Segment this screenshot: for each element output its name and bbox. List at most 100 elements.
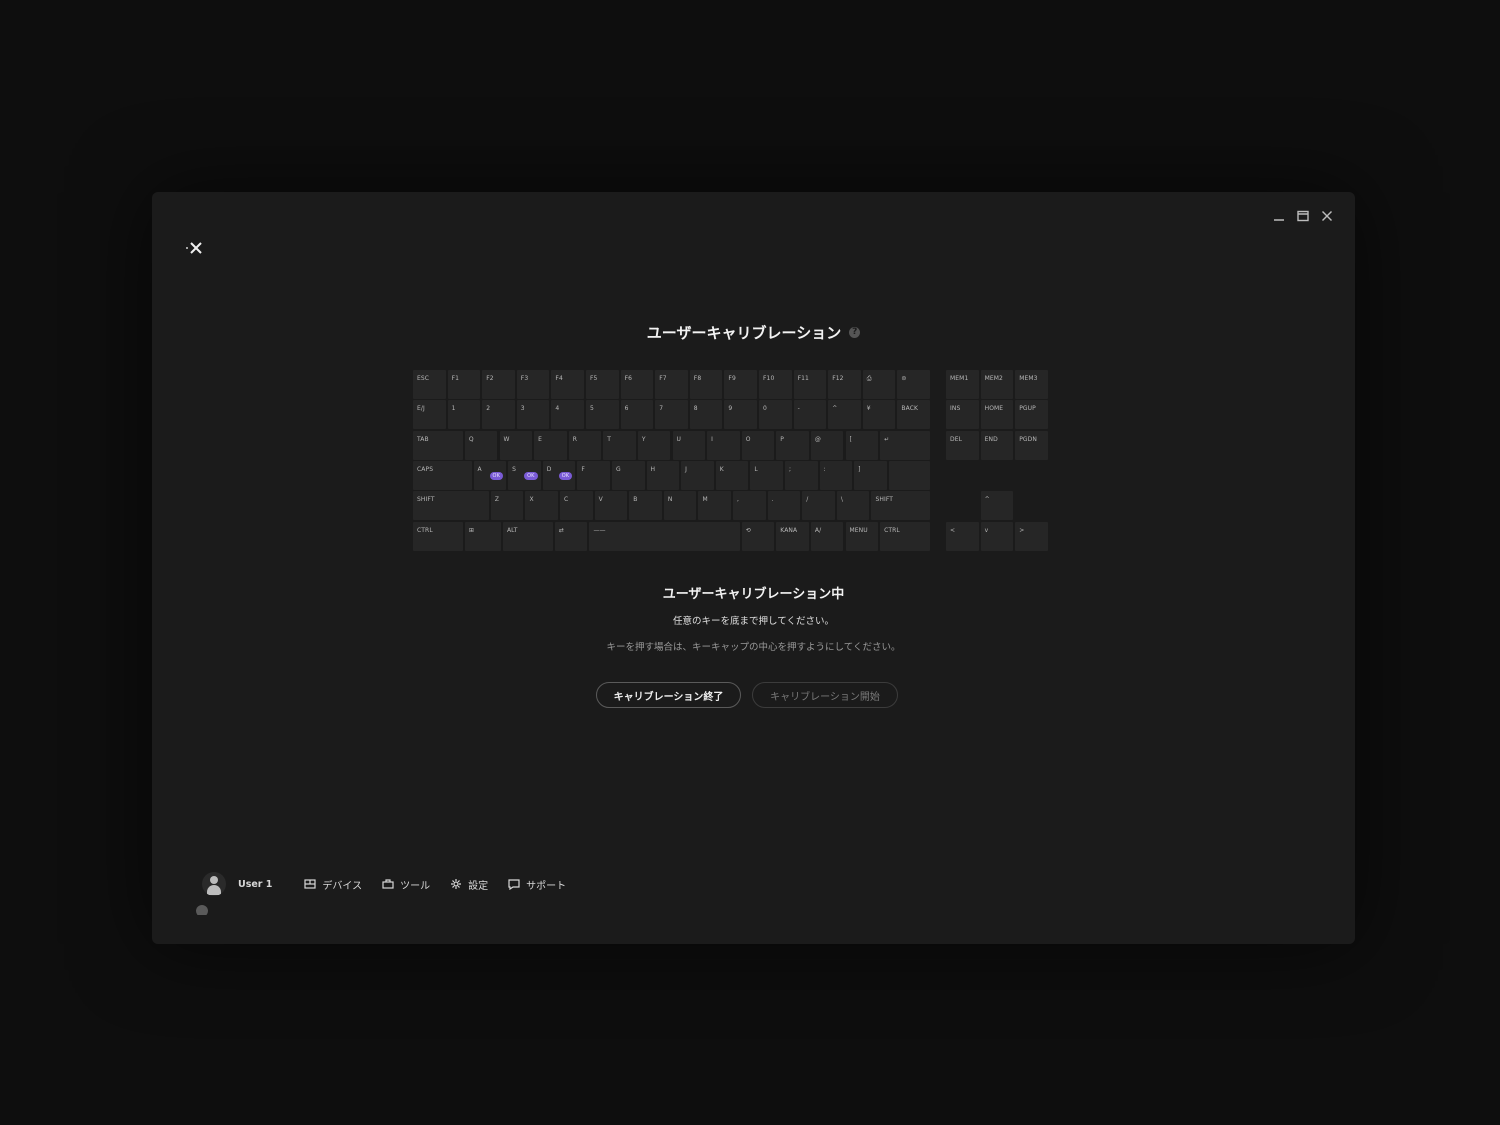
nav-support[interactable]: サポート [508, 877, 566, 892]
key-f1[interactable]: F1 [447, 370, 481, 399]
key-del[interactable]: DEL [946, 430, 979, 460]
key-j[interactable]: J [681, 460, 714, 490]
nav-tools[interactable]: ツール [382, 877, 430, 892]
key-f12[interactable]: F12 [828, 370, 861, 399]
key-esc[interactable]: ESC [413, 370, 446, 399]
key-v[interactable]: v [980, 521, 1014, 551]
key--[interactable]: ] [854, 460, 887, 490]
key-0[interactable]: 0 [759, 400, 792, 430]
key-f10[interactable]: F10 [759, 370, 792, 399]
key-v[interactable]: V [594, 491, 628, 521]
key-o[interactable]: O [741, 430, 775, 460]
key-i[interactable]: I [707, 430, 740, 460]
key--[interactable]: ¥ [862, 400, 896, 430]
key-f3[interactable]: F3 [516, 370, 550, 399]
key-7[interactable]: 7 [655, 400, 688, 430]
minimize-button[interactable] [1267, 204, 1291, 228]
key--[interactable]: —— [589, 521, 740, 551]
key-1[interactable]: 1 [447, 400, 481, 430]
key-z[interactable]: Z [490, 491, 524, 521]
key-ins[interactable]: INS [946, 400, 979, 430]
key-n[interactable]: N [663, 491, 697, 521]
key--[interactable]: / [802, 491, 835, 521]
key--[interactable]: ⇄ [554, 521, 588, 551]
key-kana[interactable]: KANA [776, 521, 809, 551]
key-6[interactable]: 6 [620, 400, 654, 430]
key-3[interactable]: 3 [516, 400, 550, 430]
key-pgdn[interactable]: PGDN [1015, 430, 1048, 460]
key-l[interactable]: L [750, 460, 783, 490]
key-5[interactable]: 5 [586, 400, 619, 430]
user-name[interactable]: User 1 [238, 879, 272, 890]
key-9[interactable]: 9 [724, 400, 757, 430]
key--[interactable]: @ [810, 430, 844, 460]
key-mem3[interactable]: MEM3 [1015, 370, 1048, 399]
key-mem2[interactable]: MEM2 [980, 370, 1014, 399]
key-f5[interactable]: F5 [586, 370, 619, 399]
key-k[interactable]: K [715, 460, 749, 490]
key-home[interactable]: HOME [980, 400, 1014, 430]
nav-settings[interactable]: 設定 [450, 877, 488, 892]
key--[interactable]: ⊞ [464, 521, 501, 551]
key-a-[interactable]: A/ [810, 521, 844, 551]
key-y[interactable]: Y [637, 430, 671, 460]
key-shift[interactable]: SHIFT [413, 491, 489, 521]
key-e-j[interactable]: E/J [413, 400, 446, 430]
key-f6[interactable]: F6 [620, 370, 654, 399]
key-f[interactable]: F [577, 460, 610, 490]
key-w[interactable]: W [499, 430, 533, 460]
key-end[interactable]: END [980, 430, 1014, 460]
key--[interactable]: ^ [980, 491, 1014, 521]
key-back[interactable]: BACK [897, 400, 930, 430]
key-f11[interactable]: F11 [793, 370, 827, 399]
key--[interactable]: ⟲ [741, 521, 775, 551]
key-s[interactable]: S OK [508, 460, 541, 490]
key-menu[interactable]: MENU [845, 521, 879, 551]
key--[interactable]: . [767, 491, 801, 521]
key-4[interactable]: 4 [551, 400, 584, 430]
key--[interactable]: ^ [828, 400, 861, 430]
key-r[interactable]: R [568, 430, 602, 460]
key--[interactable]: ; [784, 460, 818, 490]
key--[interactable]: \ [836, 491, 870, 521]
key--[interactable]: ⎙ [862, 370, 896, 399]
key-f8[interactable]: F8 [689, 370, 723, 399]
key-tab[interactable]: TAB [413, 430, 463, 460]
key-u[interactable]: U [672, 430, 706, 460]
key--[interactable]: : [819, 460, 853, 490]
key-ctrl[interactable]: CTRL [413, 521, 463, 551]
key--[interactable]: ⊜ [897, 370, 930, 399]
key-f2[interactable]: F2 [482, 370, 515, 399]
key--[interactable]: < [946, 521, 979, 551]
close-calibration-button[interactable] [184, 236, 208, 260]
key-shift[interactable]: SHIFT [871, 491, 930, 521]
key-p[interactable]: P [776, 430, 809, 460]
key-8[interactable]: 8 [689, 400, 723, 430]
key-alt[interactable]: ALT [502, 521, 553, 551]
maximize-button[interactable] [1291, 204, 1315, 228]
key-a[interactable]: A OK [473, 460, 507, 490]
key-h[interactable]: H [646, 460, 680, 490]
help-icon[interactable]: ? [849, 327, 861, 338]
key-g[interactable]: G [611, 460, 645, 490]
key-c[interactable]: C [560, 491, 593, 521]
key--[interactable]: > [1015, 521, 1048, 551]
key--[interactable]: - [793, 400, 827, 430]
key-2[interactable]: 2 [482, 400, 515, 430]
end-calibration-button[interactable]: キャリブレーション終了 [596, 682, 741, 708]
nav-devices[interactable]: デバイス [304, 877, 362, 892]
key--[interactable]: ↵ [880, 430, 930, 460]
key-m[interactable]: M [698, 491, 732, 521]
key-f9[interactable]: F9 [724, 370, 757, 399]
key-x[interactable]: X [525, 491, 559, 521]
key-pgup[interactable]: PGUP [1015, 400, 1048, 430]
key-t[interactable]: T [603, 430, 636, 460]
close-window-button[interactable] [1315, 204, 1339, 228]
key-q[interactable]: Q [464, 430, 498, 460]
avatar[interactable] [202, 872, 226, 896]
key-f7[interactable]: F7 [655, 370, 688, 399]
key-caps[interactable]: CAPS [413, 460, 472, 490]
key--[interactable]: , [733, 491, 766, 521]
key-b[interactable]: B [629, 491, 662, 521]
key-d[interactable]: D OK [542, 460, 576, 490]
